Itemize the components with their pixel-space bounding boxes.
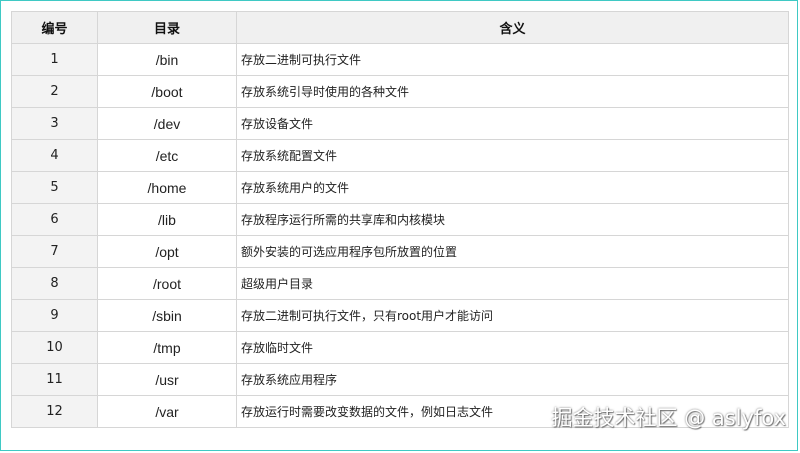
table-header: 编号 目录 含义 (11, 11, 789, 44)
table-row: 7/opt 额外安装的可选应用程序包所放置的位置 (11, 235, 789, 268)
row-number-cell: 11 (11, 363, 98, 396)
table-row: 4/etc 存放系统配置文件 (11, 139, 789, 172)
table-row: 5/home 存放系统用户的文件 (11, 171, 789, 204)
table-body: 1/bin 存放二进制可执行文件 2/boot 存放系统引导时使用的各种文件 3/dev… (11, 43, 789, 428)
table-row: 10/tmp 存放临时文件 (11, 331, 789, 364)
row-directory-cell: /sbin (97, 299, 237, 332)
row-directory-cell: /tmp (97, 331, 237, 364)
table-row: 11/usr 存放系统应用程序 (11, 363, 789, 396)
row-number-cell: 5 (11, 171, 98, 204)
header-row: 编号 目录 含义 (11, 11, 789, 44)
row-meaning-cell: 存放系统配置文件 (236, 139, 789, 172)
header-number: 编号 (11, 11, 98, 44)
header-meaning: 含义 (236, 11, 789, 44)
row-number-cell: 10 (11, 331, 98, 364)
row-number-cell: 9 (11, 299, 98, 332)
row-directory-cell: /lib (97, 203, 237, 236)
watermark: 掘金技术社区 @ aslyfox (551, 406, 786, 430)
row-meaning-cell: 存放程序运行所需的共享库和内核模块 (236, 203, 789, 236)
row-number-cell: 8 (11, 267, 98, 300)
table-row: 3/dev 存放设备文件 (11, 107, 789, 140)
row-number-cell: 2 (11, 75, 98, 108)
row-meaning-cell: 存放二进制可执行文件 (236, 43, 789, 76)
row-meaning-cell: 超级用户目录 (236, 267, 789, 300)
directory-table: 编号 目录 含义 1/bin 存放二进制可执行文件 2/boot 存放系统引导时使用的… (11, 11, 789, 428)
row-directory-cell: /root (97, 267, 237, 300)
row-directory-cell: /home (97, 171, 237, 204)
row-meaning-cell: 存放系统引导时使用的各种文件 (236, 75, 789, 108)
row-number-cell: 1 (11, 43, 98, 76)
table-row: 2/boot 存放系统引导时使用的各种文件 (11, 75, 789, 108)
table-row: 8/root 超级用户目录 (11, 267, 789, 300)
row-directory-cell: /opt (97, 235, 237, 268)
row-meaning-cell: 存放设备文件 (236, 107, 789, 140)
row-number-cell: 3 (11, 107, 98, 140)
row-directory-cell: /var (97, 395, 237, 428)
table-row: 1/bin 存放二进制可执行文件 (11, 43, 789, 76)
row-directory-cell: /bin (97, 43, 237, 76)
table-row: 9/sbin 存放二进制可执行文件，只有root用户才能访问 (11, 299, 789, 332)
row-meaning-cell: 存放临时文件 (236, 331, 789, 364)
row-directory-cell: /boot (97, 75, 237, 108)
row-number-cell: 7 (11, 235, 98, 268)
row-directory-cell: /usr (97, 363, 237, 396)
row-meaning-cell: 额外安装的可选应用程序包所放置的位置 (236, 235, 789, 268)
row-directory-cell: /etc (97, 139, 237, 172)
row-number-cell: 6 (11, 203, 98, 236)
header-directory: 目录 (97, 11, 237, 44)
row-directory-cell: /dev (97, 107, 237, 140)
row-number-cell: 12 (11, 395, 98, 428)
row-meaning-cell: 存放系统应用程序 (236, 363, 789, 396)
row-number-cell: 4 (11, 139, 98, 172)
row-meaning-cell: 存放二进制可执行文件，只有root用户才能访问 (236, 299, 789, 332)
row-meaning-cell: 存放系统用户的文件 (236, 171, 789, 204)
table-row: 6/lib 存放程序运行所需的共享库和内核模块 (11, 203, 789, 236)
